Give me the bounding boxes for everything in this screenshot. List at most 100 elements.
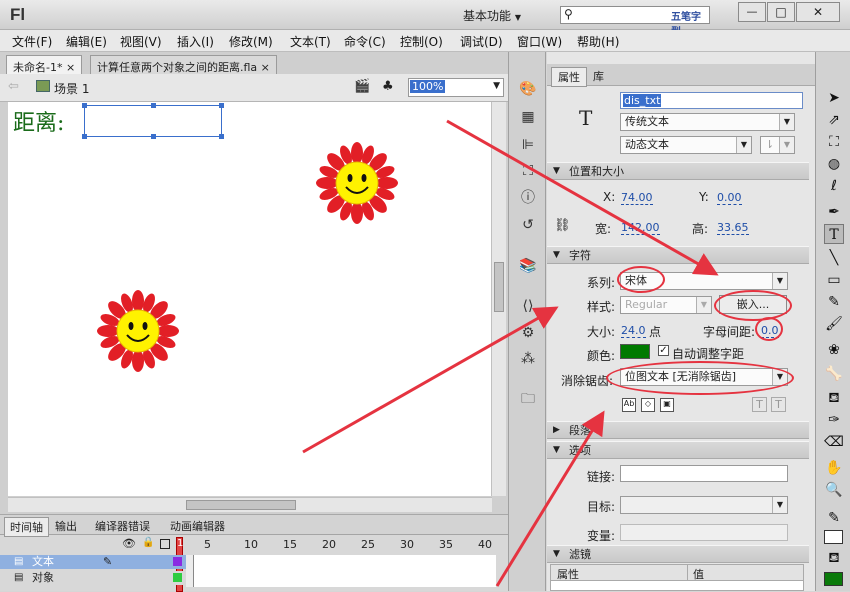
selectable-text-icon[interactable]: Ab bbox=[622, 398, 636, 412]
section-filters[interactable]: ▼ 滤镜 bbox=[547, 545, 809, 563]
width-value[interactable]: 142.00 bbox=[621, 221, 660, 235]
layer-color-swatch[interactable] bbox=[173, 557, 182, 566]
text-engine-select[interactable]: 传统文本 ▼ bbox=[620, 113, 795, 131]
workspace-switcher[interactable]: 基本功能 ▼ bbox=[463, 7, 521, 24]
section-options[interactable]: ▼ 选项 bbox=[547, 441, 809, 459]
sun-object-bottom[interactable] bbox=[97, 290, 179, 372]
deco-tool-icon[interactable]: ❀ bbox=[824, 340, 844, 360]
lock-icon[interactable]: 🔒 bbox=[142, 537, 154, 548]
outline-icon[interactable] bbox=[160, 539, 170, 549]
horizontal-scroll-thumb[interactable] bbox=[186, 500, 296, 510]
horizontal-scrollbar[interactable] bbox=[8, 497, 492, 512]
code-snippets-icon[interactable]: ⚙ bbox=[518, 324, 538, 342]
bone-tool-icon[interactable]: 🦴 bbox=[824, 364, 844, 384]
frame-ruler[interactable]: 1 5 10 15 20 25 30 35 40 bbox=[176, 537, 496, 592]
layer-color-swatch[interactable] bbox=[173, 573, 182, 582]
maximize-button[interactable]: □ bbox=[767, 2, 795, 22]
edit-scene-icon[interactable]: 🎬 bbox=[354, 79, 370, 94]
height-value[interactable]: 33.65 bbox=[717, 221, 749, 235]
minimize-button[interactable]: — bbox=[738, 2, 766, 22]
color-panel-icon[interactable]: 🎨 bbox=[518, 80, 538, 98]
menu-window[interactable]: 窗口(W) bbox=[517, 33, 562, 50]
tab-motion-editor[interactable]: 动画编辑器 bbox=[170, 518, 225, 534]
font-style-select[interactable]: Regular ▼ bbox=[620, 296, 712, 314]
eraser-icon[interactable]: ⌫ bbox=[824, 432, 844, 452]
swatches-icon[interactable]: ▦ bbox=[518, 108, 538, 126]
sun-object-top[interactable] bbox=[316, 142, 398, 224]
tab-untitled[interactable]: 未命名-1* × bbox=[6, 55, 83, 75]
autokern-checkbox[interactable]: ✓ bbox=[658, 345, 669, 356]
layer-row-text[interactable]: ▤ 文本 ✎ bbox=[0, 555, 186, 569]
tab-distance-fla[interactable]: 计算任意两个对象之间的距离.fla × bbox=[90, 55, 277, 75]
rectangle-tool-icon[interactable]: ▭ bbox=[824, 270, 844, 290]
vertical-scroll-thumb[interactable] bbox=[494, 262, 504, 312]
transform-icon[interactable]: ⛶ bbox=[518, 162, 538, 180]
menu-view[interactable]: 视图(V) bbox=[120, 33, 162, 50]
tab-library[interactable]: 库 bbox=[593, 68, 604, 84]
instance-name-input[interactable]: dis_txt bbox=[620, 92, 803, 109]
info-icon[interactable]: ⓘ bbox=[518, 189, 538, 207]
section-character[interactable]: ▼ 字符 bbox=[547, 246, 809, 264]
fill-color-swatch[interactable] bbox=[824, 572, 843, 586]
close-button[interactable]: ✕ bbox=[796, 2, 840, 22]
vertical-scrollbar[interactable] bbox=[491, 102, 506, 496]
align-icon[interactable]: ⊫ bbox=[518, 136, 538, 154]
selection-tool-icon[interactable]: ➤ bbox=[824, 88, 844, 108]
library-icon[interactable]: 📚 bbox=[518, 257, 538, 275]
zoom-select[interactable]: 100% ▼ bbox=[408, 78, 504, 97]
variable-input[interactable] bbox=[620, 524, 788, 541]
search-input[interactable]: ⚲ 五笔字型 bbox=[560, 6, 710, 38]
menu-control[interactable]: 控制(O) bbox=[400, 33, 443, 50]
tab-compiler-errors[interactable]: 编译器错误 bbox=[95, 518, 150, 534]
tab-output[interactable]: 输出 bbox=[55, 518, 77, 534]
link-input[interactable] bbox=[620, 465, 788, 482]
link-size-icon[interactable]: ⛓ bbox=[554, 218, 571, 233]
hand-tool-icon[interactable]: ✋ bbox=[824, 458, 844, 478]
distance-textfield[interactable] bbox=[82, 103, 224, 139]
x-value[interactable]: 74.00 bbox=[621, 191, 653, 205]
stroke-color-swatch[interactable] bbox=[824, 530, 843, 544]
y-value[interactable]: 0.00 bbox=[717, 191, 742, 205]
fill-color-icon[interactable]: ⛾ bbox=[824, 548, 844, 568]
size-value[interactable]: 24.0 bbox=[621, 324, 646, 338]
brush-tool-icon[interactable]: 🖌 bbox=[824, 314, 844, 334]
line-tool-icon[interactable]: ╲ bbox=[824, 248, 844, 268]
paint-bucket-icon[interactable]: ⛾ bbox=[824, 388, 844, 408]
history-icon[interactable]: ↺ bbox=[518, 216, 538, 234]
edit-symbol-icon[interactable]: ♣ bbox=[382, 79, 394, 94]
layer-row-objects[interactable]: ▤ 对象 bbox=[0, 571, 186, 585]
components-icon[interactable]: ⁂ bbox=[518, 350, 538, 368]
superscript-icon[interactable]: T bbox=[752, 397, 767, 412]
close-icon[interactable]: × bbox=[66, 61, 75, 74]
section-paragraph[interactable]: ▶ 段落 bbox=[547, 421, 809, 439]
menu-modify[interactable]: 修改(M) bbox=[229, 33, 273, 50]
text-color-swatch[interactable] bbox=[620, 344, 650, 359]
border-icon[interactable]: ▣ bbox=[660, 398, 674, 412]
lasso-icon[interactable]: ℓ bbox=[824, 176, 844, 196]
3d-rotation-icon[interactable]: ◍ bbox=[824, 154, 844, 174]
menu-text[interactable]: 文本(T) bbox=[290, 33, 331, 50]
menu-edit[interactable]: 编辑(E) bbox=[66, 33, 107, 50]
pencil-tool-icon[interactable]: ✎ bbox=[824, 292, 844, 312]
frame-grid[interactable] bbox=[186, 555, 496, 587]
target-select[interactable]: ▼ bbox=[620, 496, 788, 514]
menu-file[interactable]: 文件(F) bbox=[12, 33, 52, 50]
back-arrow-icon[interactable]: ⇦ bbox=[8, 79, 19, 94]
menu-insert[interactable]: 插入(I) bbox=[177, 33, 214, 50]
eyedropper-icon[interactable]: ✑ bbox=[824, 410, 844, 430]
stage-canvas[interactable]: 距离: bbox=[8, 102, 492, 496]
text-orientation-select[interactable]: ⇂ ▼ bbox=[760, 136, 795, 154]
subscript-icon[interactable]: T bbox=[771, 397, 786, 412]
menu-commands[interactable]: 命令(C) bbox=[344, 33, 386, 50]
text-type-select[interactable]: 动态文本 ▼ bbox=[620, 136, 752, 154]
zoom-tool-icon[interactable]: 🔍 bbox=[824, 480, 844, 500]
pen-tool-icon[interactable]: ✒ bbox=[824, 202, 844, 222]
project-icon[interactable]: 🗀 bbox=[518, 390, 538, 408]
render-html-icon[interactable]: ◇ bbox=[641, 398, 655, 412]
tab-properties[interactable]: 属性 bbox=[551, 67, 587, 87]
text-tool-selected-icon[interactable]: T bbox=[824, 224, 844, 244]
actions-icon[interactable]: ⟨⟩ bbox=[518, 297, 538, 315]
section-position-size[interactable]: ▼ 位置和大小 bbox=[547, 162, 809, 180]
subselection-tool-icon[interactable]: ⇗ bbox=[824, 110, 844, 130]
free-transform-icon[interactable]: ⛶ bbox=[824, 132, 844, 152]
